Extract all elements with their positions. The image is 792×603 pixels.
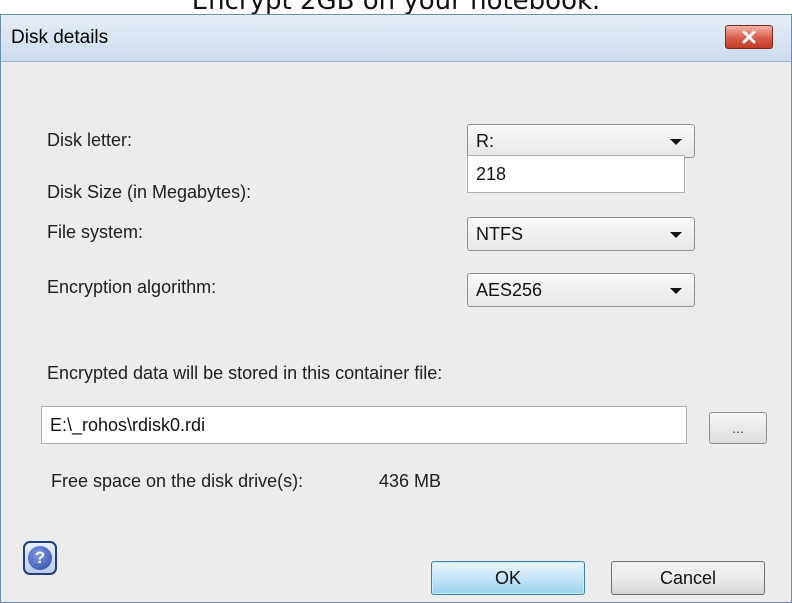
- file-system-select[interactable]: NTFS: [467, 217, 695, 251]
- disk-letter-value: R:: [476, 131, 494, 151]
- disk-letter-label: Disk letter:: [47, 130, 133, 150]
- dialog-title: Disk details: [11, 27, 109, 48]
- chevron-down-icon: [670, 288, 682, 294]
- disk-size-value: 218: [476, 164, 507, 184]
- container-file-value: E:\_rohos\rdisk0.rdi: [50, 415, 206, 435]
- disk-size-input[interactable]: 218: [467, 155, 685, 193]
- close-icon: [742, 30, 756, 44]
- file-system-label: File system:: [47, 222, 144, 242]
- encryption-algorithm-select[interactable]: AES256: [467, 273, 695, 307]
- free-space-value: 436 MB: [379, 471, 442, 491]
- encryption-algorithm-value: AES256: [476, 280, 543, 300]
- help-icon: ?: [28, 546, 52, 570]
- close-button[interactable]: [725, 25, 773, 49]
- help-button[interactable]: ?: [23, 541, 57, 575]
- disk-details-dialog: Disk details Disk letter: R: Disk Size (…: [0, 14, 792, 603]
- encryption-algorithm-label: Encryption algorithm:: [47, 277, 217, 297]
- file-system-value: NTFS: [476, 224, 523, 244]
- browse-button[interactable]: ...: [709, 412, 767, 444]
- free-space-label: Free space on the disk drive(s):: [51, 471, 304, 491]
- container-file-input[interactable]: E:\_rohos\rdisk0.rdi: [41, 406, 687, 444]
- chevron-down-icon: [670, 139, 682, 145]
- title-bar: Disk details: [1, 15, 791, 62]
- cancel-button[interactable]: Cancel: [611, 561, 765, 595]
- container-file-label: Encrypted data will be stored in this co…: [47, 363, 443, 383]
- disk-size-label: Disk Size (in Megabytes):: [47, 182, 252, 202]
- ok-button[interactable]: OK: [431, 561, 585, 595]
- chevron-down-icon: [670, 232, 682, 238]
- disk-letter-select[interactable]: R:: [467, 124, 695, 158]
